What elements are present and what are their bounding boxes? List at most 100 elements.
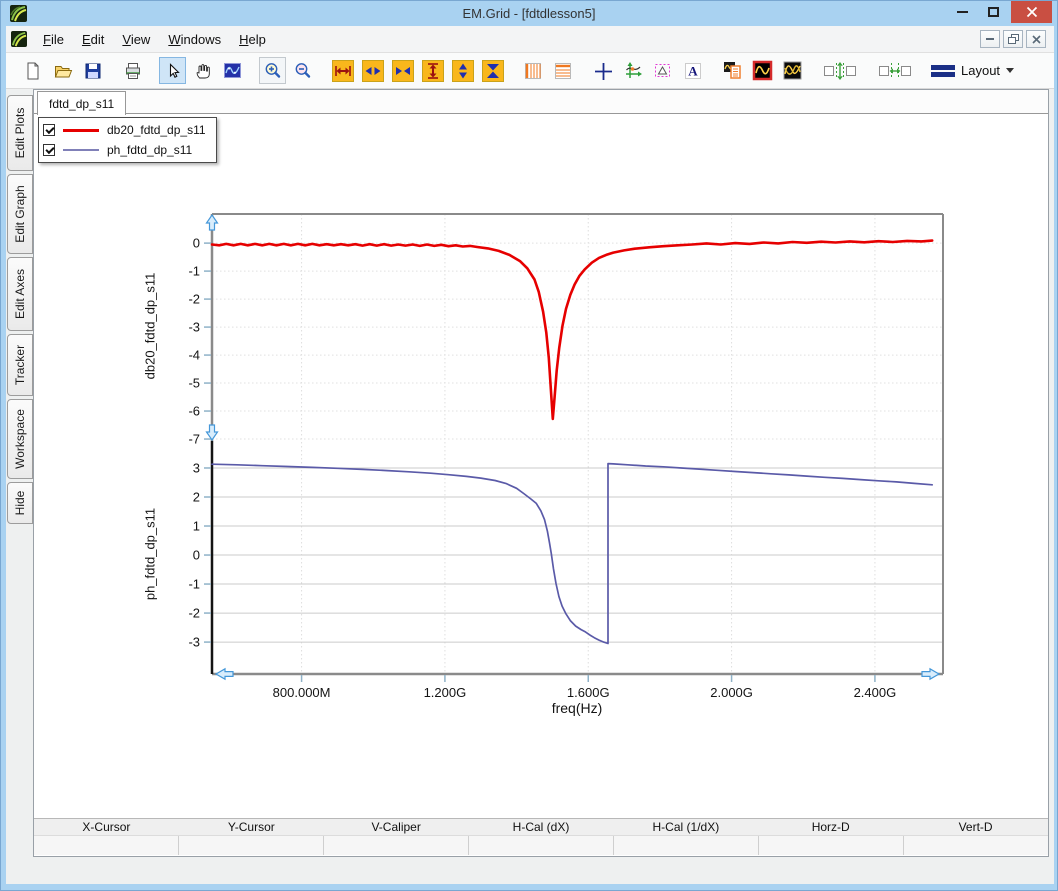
status-col-y-cursor: Y-Cursor — [179, 819, 324, 835]
mdi-close-icon — [1032, 35, 1041, 44]
plot-trace-icon — [222, 60, 243, 81]
legend-item-ph[interactable]: ph_fdtd_dp_s11 — [43, 140, 206, 160]
plot-legend: db20_fdtd_dp_s11 ph_fdtd_dp_s11 — [38, 117, 217, 163]
maximize-button[interactable] — [978, 1, 1009, 23]
toolbar-separator — [864, 70, 874, 71]
y-tick-label: 2 — [193, 490, 200, 505]
fit-x-icon — [392, 60, 414, 82]
menu-view[interactable]: View — [113, 27, 159, 52]
menu-edit[interactable]: Edit — [73, 27, 113, 52]
sidebar-tab-edit-axes[interactable]: Edit Axes — [7, 257, 33, 331]
zoom-in-button[interactable] — [259, 57, 286, 84]
document-logo-icon — [11, 31, 27, 47]
legend-checkbox[interactable] — [43, 124, 55, 136]
axis-pan-arrow-left[interactable] — [216, 669, 233, 679]
waves-plot-icon — [782, 60, 803, 81]
expand-x-icon — [332, 60, 354, 82]
legend-item-db20[interactable]: db20_fdtd_dp_s11 — [43, 120, 206, 140]
crosshair-button[interactable] — [589, 57, 616, 84]
shrink-x-icon — [362, 60, 384, 82]
series-db20_fdtd_dp_s11[interactable] — [212, 241, 932, 419]
split-horizontal-button[interactable] — [874, 57, 916, 84]
axes-button[interactable] — [619, 57, 646, 84]
select-tool-button[interactable] — [159, 57, 186, 84]
sidebar-tab-edit-graph[interactable]: Edit Graph — [7, 174, 33, 254]
axis-pan-arrow-down[interactable] — [207, 425, 218, 440]
horizontal-grid-button[interactable] — [549, 57, 576, 84]
open-folder-icon — [53, 61, 73, 81]
minimize-button[interactable] — [947, 1, 978, 23]
legend-notes-button[interactable] — [719, 57, 746, 84]
zoom-out-button[interactable] — [289, 57, 316, 84]
fit-y-button[interactable] — [479, 57, 506, 84]
main-toolbar: A — [6, 53, 1054, 89]
plot-tab-fdtd-dp-s11[interactable]: fdtd_dp_s11 — [37, 91, 126, 115]
menu-windows[interactable]: Windows — [159, 27, 230, 52]
status-value-cell — [34, 836, 179, 855]
menu-file[interactable]: File — [34, 27, 73, 52]
y-axis-title-bottom: ph_fdtd_dp_s11 — [143, 508, 158, 600]
toolbar-separator — [579, 70, 589, 71]
save-button[interactable] — [79, 57, 106, 84]
cursor-arrow-icon — [163, 61, 183, 81]
axis-pan-arrow-right[interactable] — [922, 669, 939, 679]
sidebar-tab-tracker[interactable]: Tracker — [7, 334, 33, 396]
maximize-icon — [988, 7, 999, 17]
shrink-y-button[interactable] — [449, 57, 476, 84]
axis-pan-arrow-up[interactable] — [207, 215, 218, 230]
y-tick-label: -3 — [188, 320, 200, 335]
sidebar-tab-hide[interactable]: Hide — [7, 482, 33, 524]
legend-checkbox[interactable] — [43, 144, 55, 156]
new-document-button[interactable] — [19, 57, 46, 84]
crosshair-icon — [593, 61, 613, 81]
pan-tool-button[interactable] — [189, 57, 216, 84]
window-title: EM.Grid - [fdtdlesson5] — [1, 6, 1057, 21]
sidebar-tab-edit-plots[interactable]: Edit Plots — [7, 95, 33, 171]
expand-y-button[interactable] — [419, 57, 446, 84]
vertical-grid-button[interactable] — [519, 57, 546, 84]
open-button[interactable] — [49, 57, 76, 84]
y-tick-label: 0 — [193, 548, 200, 563]
layout-button[interactable]: Layout — [931, 63, 1014, 78]
expand-x-button[interactable] — [329, 57, 356, 84]
mdi-minimize-button[interactable] — [980, 30, 1000, 48]
zoom-in-icon — [263, 61, 283, 81]
split-vertical-button[interactable] — [819, 57, 861, 84]
plot-trace-button[interactable] — [219, 57, 246, 84]
y-tick-label: -5 — [188, 376, 200, 391]
minimize-icon — [957, 11, 968, 13]
chart-area[interactable]: 0-1-2-3-4-5-6-73210-1-2-3800.000M1.200G1… — [34, 90, 1048, 856]
fit-x-button[interactable] — [389, 57, 416, 84]
toolbar-separator — [249, 70, 259, 71]
sidebar-tab-workspace[interactable]: Workspace — [7, 399, 33, 479]
pan-hand-icon — [193, 61, 213, 81]
toolbar-separator — [809, 70, 819, 71]
toolbar-separator — [149, 70, 159, 71]
mdi-minimize-icon — [986, 38, 994, 40]
print-button[interactable] — [119, 57, 146, 84]
title-bar[interactable]: EM.Grid - [fdtdlesson5] — [1, 1, 1057, 26]
x-axis-title: freq(Hz) — [552, 700, 603, 716]
close-button[interactable] — [1011, 1, 1052, 23]
tracker-status-bar: X-Cursor Y-Cursor V-Caliper H-Cal (dX) H… — [34, 818, 1048, 856]
marker-triangle-button[interactable] — [649, 57, 676, 84]
red-frame-plot-button[interactable] — [749, 57, 776, 84]
status-values-row — [34, 836, 1048, 855]
waves-plot-button[interactable] — [779, 57, 806, 84]
mdi-close-button[interactable] — [1026, 30, 1046, 48]
y-tick-label: -2 — [188, 292, 200, 307]
status-value-cell — [759, 836, 904, 855]
series-ph_fdtd_dp_s11[interactable] — [212, 464, 932, 644]
toolbar-separator — [319, 70, 329, 71]
status-value-cell — [324, 836, 469, 855]
x-tick-label: 2.000G — [710, 685, 753, 700]
plot-tab-bar — [34, 90, 1048, 114]
text-label-button[interactable]: A — [679, 57, 706, 84]
mdi-restore-button[interactable] — [1003, 30, 1023, 48]
split-vertical-icon — [823, 61, 857, 81]
shrink-x-button[interactable] — [359, 57, 386, 84]
zoom-out-icon — [293, 61, 313, 81]
y-axis-title-top: db20_fdtd_dp_s11 — [143, 273, 158, 380]
menu-help[interactable]: Help — [230, 27, 275, 52]
shrink-y-icon — [452, 60, 474, 82]
